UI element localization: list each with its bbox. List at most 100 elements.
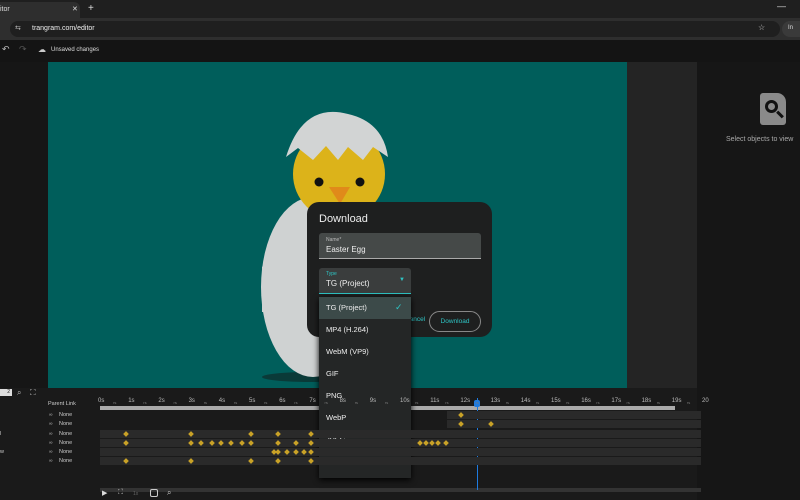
save-status: Unsaved changes: [51, 47, 100, 53]
speed-label[interactable]: 1x: [133, 491, 138, 497]
type-label: Type: [326, 271, 337, 277]
option-label: WebP: [326, 413, 347, 422]
download-button[interactable]: Download: [429, 311, 481, 332]
fit-icon[interactable]: ⛶: [30, 388, 36, 398]
track-row[interactable]: [447, 411, 701, 419]
ruler-label: 2s: [158, 398, 165, 404]
canvas-gutter: [627, 62, 697, 388]
track-row[interactable]: [447, 420, 701, 428]
play-icon[interactable]: ▶: [102, 489, 107, 497]
parent-link-value[interactable]: None: [59, 421, 72, 427]
ruler-half-tick: rs: [113, 400, 117, 405]
site-settings-icon[interactable]: ⇆: [15, 24, 21, 32]
ruler-half-tick: rs: [505, 400, 510, 405]
timeline-scrollbar[interactable]: [100, 488, 701, 492]
ruler-label: 12s: [460, 398, 471, 404]
name-field[interactable]: Name* Easter Egg: [319, 233, 481, 259]
link-icon[interactable]: ∞: [49, 412, 53, 418]
check-icon: ✓: [395, 302, 403, 312]
ruler-half-tick: rs: [535, 400, 540, 405]
ruler-half-tick: rs: [294, 400, 298, 405]
chick-eye-right: [355, 177, 365, 187]
type-option[interactable]: WebM (VP9): [319, 341, 411, 363]
type-option[interactable]: MP4 (H.264): [319, 319, 411, 341]
parent-link-value[interactable]: None: [59, 449, 72, 455]
ruler-label: 8s: [339, 398, 346, 404]
ruler-half-tick: rs: [143, 400, 147, 405]
ruler-label: 17s: [611, 398, 622, 404]
editor-toolbar: ↶ ↷ ☁ Unsaved changes: [0, 40, 697, 62]
ruler-half-tick: rs: [566, 400, 570, 405]
ruler-label: 20: [702, 398, 709, 404]
new-tab-button[interactable]: +: [88, 3, 94, 14]
ruler-half-tick: rs: [656, 400, 661, 405]
parent-link-header: Parent Link: [48, 401, 76, 407]
zoom-in-icon[interactable]: ⌕: [17, 388, 21, 398]
ruler-half-tick: rs: [203, 400, 208, 405]
left-panel: [0, 62, 48, 388]
link-icon[interactable]: ∞: [49, 458, 53, 464]
name-value: Easter Egg: [326, 245, 366, 254]
type-option[interactable]: GIF: [319, 363, 411, 385]
ruler-label: 16s: [581, 398, 591, 404]
type-option[interactable]: WebP: [319, 407, 411, 429]
close-tab-icon[interactable]: ✕: [72, 5, 78, 13]
type-option[interactable]: PNG: [319, 385, 411, 407]
option-label: WebM (VP9): [326, 347, 369, 356]
ruler-half-tick: rs: [264, 400, 268, 405]
cloud-icon: ☁: [38, 45, 46, 54]
link-icon[interactable]: ∞: [49, 449, 53, 455]
ruler-half-tick: rs: [475, 400, 479, 405]
undo-icon[interactable]: ↶: [2, 44, 10, 55]
type-select[interactable]: Type TG (Project) ▼: [319, 268, 411, 294]
ruler-label: 14s: [520, 398, 531, 404]
link-icon[interactable]: ∞: [49, 421, 53, 427]
ruler-half-tick: rs: [384, 400, 389, 405]
type-option[interactable]: TG (Project) ✓: [319, 297, 411, 319]
option-label: GIF: [326, 369, 339, 378]
ruler-label: 0s: [98, 398, 105, 404]
ruler-half-tick: rs: [596, 400, 600, 405]
tab-title: itor: [0, 6, 10, 13]
link-icon[interactable]: ∞: [49, 431, 53, 437]
bookmark-star-icon[interactable]: ☆: [758, 23, 765, 32]
option-label: MP4 (H.264): [326, 325, 369, 334]
link-icon[interactable]: ∞: [49, 440, 53, 446]
zoom-timeline-icon[interactable]: ⌕: [167, 488, 171, 498]
track-row[interactable]: [100, 448, 701, 456]
fullscreen-icon[interactable]: ⛶: [118, 489, 123, 497]
ruler-half-tick: rs: [354, 400, 359, 405]
ruler-label: 11s: [430, 398, 440, 404]
properties-panel: Select objects to view: [697, 62, 800, 500]
layer-name[interactable]: l: [0, 431, 1, 437]
browser-tab[interactable]: itor ✕: [0, 2, 80, 18]
search-file-icon: [760, 93, 786, 125]
parent-link-value[interactable]: None: [59, 431, 72, 437]
snap-icon[interactable]: [150, 489, 158, 497]
parent-link-value[interactable]: None: [59, 412, 72, 418]
zoom-input[interactable]: 2: [0, 389, 12, 396]
ruler-label: 10s: [400, 398, 410, 404]
ruler-label: 15s: [551, 398, 561, 404]
ruler-half-tick: rs: [173, 400, 177, 405]
tab-bar: [0, 0, 800, 18]
layer-name[interactable]: w: [0, 449, 4, 455]
minimize-button[interactable]: —: [777, 1, 786, 11]
empty-selection-hint: Select objects to view: [726, 136, 794, 143]
ruler-label: 6s: [279, 398, 286, 404]
name-label: Name*: [326, 237, 342, 243]
ruler-label: 5s: [249, 398, 256, 404]
ruler-label: 3s: [188, 398, 195, 404]
ruler-half-tick: rs: [324, 400, 328, 405]
ruler-half-tick: rs: [415, 400, 419, 405]
url-field[interactable]: trangram.com/editor: [10, 21, 780, 37]
profile-button[interactable]: In: [782, 21, 800, 37]
ruler-label: 1s: [128, 398, 135, 404]
parent-link-value[interactable]: None: [59, 440, 72, 446]
dropdown-arrow-icon: ▼: [399, 277, 405, 283]
redo-icon[interactable]: ↷: [19, 44, 27, 55]
chick-eye-left: [314, 177, 324, 187]
ruler-half-tick: rs: [233, 400, 238, 405]
parent-link-value[interactable]: None: [59, 458, 72, 464]
ruler-label: 4s: [218, 398, 226, 404]
